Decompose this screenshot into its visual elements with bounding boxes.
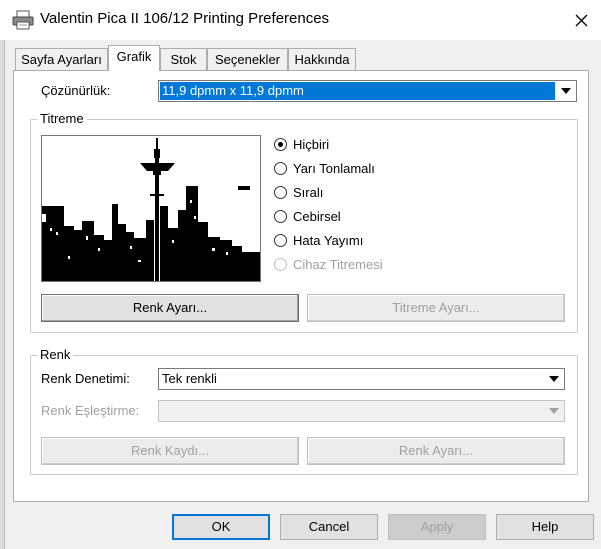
close-icon[interactable] (568, 6, 596, 34)
dither-option-device[interactable]: Cihaz Titremesi (274, 256, 424, 274)
tab-sayfa-ayarlari[interactable]: Sayfa Ayarları (15, 48, 108, 70)
radio-label: Yarı Tonlamalı (293, 161, 375, 176)
radio-label: Cebirsel (293, 209, 341, 224)
color-save-button[interactable]: Renk Kaydı... (41, 437, 299, 465)
resolution-value: 11,9 dpmm x 11,9 dpmm (160, 82, 555, 100)
tab-secenekler[interactable]: Seçenekler (207, 48, 288, 70)
dither-option-halftone[interactable]: Yarı Tonlamalı (274, 160, 424, 178)
tab-label: Seçenekler (214, 52, 281, 67)
radio-button (274, 162, 287, 175)
tab-grafik[interactable]: Grafik (108, 45, 160, 71)
resolution-label: Çözünürlük: (41, 83, 111, 98)
chevron-down-icon[interactable] (545, 370, 563, 388)
radio-button (274, 138, 287, 151)
color-control-label: Renk Denetimi: (41, 371, 130, 386)
cancel-button[interactable]: Cancel (280, 514, 378, 540)
color-matching-select[interactable] (158, 400, 565, 422)
tab-label: Stok (170, 52, 197, 67)
color-matching-value (160, 402, 162, 420)
dither-settings-button[interactable]: Titreme Ayarı... (307, 294, 565, 322)
dither-option-none[interactable]: Hiçbiri (274, 136, 424, 154)
tab-hakkinda[interactable]: Hakkında (288, 48, 356, 70)
apply-button[interactable]: Apply (388, 514, 486, 540)
radio-label: Hata Yayımı (293, 233, 364, 248)
color-control-value: Tek renkli (162, 371, 217, 386)
window-title: Valentin Pica II 106/12 Printing Prefere… (40, 10, 330, 27)
radio-button (274, 258, 287, 271)
tab-stok[interactable]: Stok (160, 48, 207, 70)
dither-group-label: Titreme (37, 111, 87, 126)
dither-option-ordered[interactable]: Sıralı (274, 184, 424, 202)
color-control-select[interactable]: Tek renkli (158, 368, 565, 390)
chevron-down-icon[interactable] (557, 82, 575, 100)
radio-button (274, 210, 287, 223)
radio-button (274, 186, 287, 199)
dither-option-algebraic[interactable]: Cebirsel (274, 208, 424, 226)
city-skyline-preview (41, 135, 261, 282)
color-matching-label: Renk Eşleştirme: (41, 403, 140, 418)
resolution-select[interactable]: 11,9 dpmm x 11,9 dpmm (158, 80, 577, 102)
dither-option-error-diffusion[interactable]: Hata Yayımı (274, 232, 424, 250)
color-settings-button[interactable]: Renk Ayarı... (41, 294, 299, 322)
city-skyline-image (42, 136, 260, 281)
ok-button[interactable]: OK (172, 514, 270, 540)
radio-dot (278, 142, 283, 147)
tab-label: Sayfa Ayarları (21, 52, 102, 67)
chevron-down-icon[interactable] (545, 402, 563, 420)
color-settings-button-2[interactable]: Renk Ayarı... (307, 437, 565, 465)
tab-label: Grafik (116, 49, 152, 64)
title-bar: Valentin Pica II 106/12 Printing Prefere… (0, 0, 601, 40)
help-button[interactable]: Help (496, 514, 594, 540)
printer-icon (12, 10, 34, 33)
radio-label: Cihaz Titremesi (293, 257, 383, 272)
color-group-label: Renk (37, 347, 74, 362)
radio-label: Hiçbiri (293, 137, 330, 152)
radio-label: Sıralı (293, 185, 324, 200)
radio-button (274, 234, 287, 247)
background-window-edge (0, 40, 5, 549)
tab-label: Hakkında (294, 52, 350, 67)
